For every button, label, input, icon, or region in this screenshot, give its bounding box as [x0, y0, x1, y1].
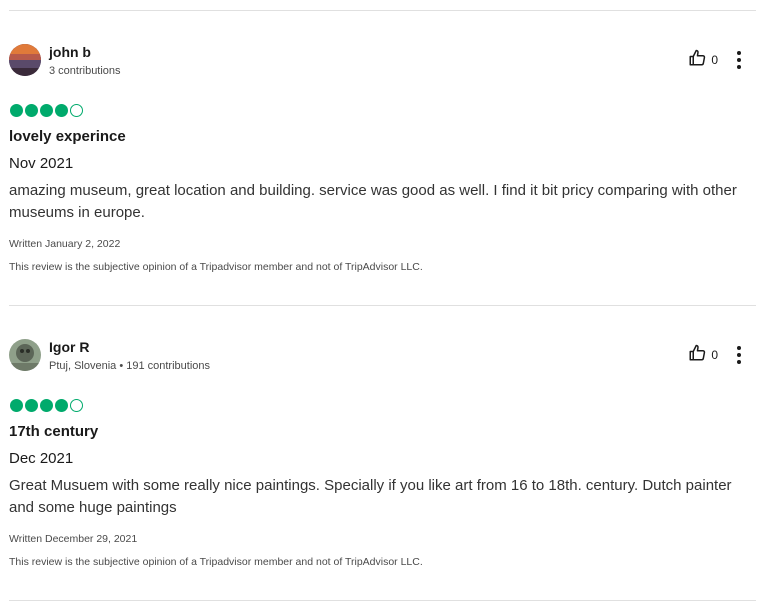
divider-middle [9, 305, 756, 306]
review-body: Great Musuem with some really nice paint… [9, 477, 732, 516]
review-title[interactable]: lovely experince [9, 128, 126, 146]
divider-bottom [9, 600, 756, 601]
rating-bubble-empty [70, 104, 83, 117]
review-card: john b 3 contributions 0 lovely experinc… [9, 44, 756, 304]
rating-bubble-filled [55, 104, 68, 117]
more-options-icon[interactable] [732, 343, 746, 367]
more-options-icon[interactable] [732, 48, 746, 72]
thumbs-up-icon [688, 344, 706, 367]
review-title[interactable]: 17th century [9, 423, 98, 441]
written-date: Written January 2, 2022 [9, 238, 121, 250]
avatar[interactable] [9, 339, 41, 371]
helpful-vote-count: 0 [711, 53, 718, 67]
rating-bubble-filled [10, 104, 23, 117]
rating-bubble-filled [40, 104, 53, 117]
review-card: Igor R Ptuj, Slovenia • 191 contribution… [9, 339, 756, 599]
bubble-rating [10, 399, 83, 412]
bubble-rating [10, 104, 83, 117]
written-date: Written December 29, 2021 [9, 533, 138, 545]
rating-bubble-filled [10, 399, 23, 412]
visit-date: Nov 2021 [9, 155, 74, 172]
review-body: amazing museum, great location and build… [9, 182, 737, 221]
rating-bubble-filled [55, 399, 68, 412]
divider-top [9, 10, 756, 11]
user-name[interactable]: john b [49, 44, 91, 60]
visit-date: Dec 2021 [9, 450, 74, 467]
helpful-vote-count: 0 [711, 348, 718, 362]
helpful-vote-button[interactable]: 0 [688, 49, 718, 72]
avatar[interactable] [9, 44, 41, 76]
review-disclaimer: This review is the subjective opinion of… [9, 556, 423, 568]
user-contributions: 3 contributions [49, 65, 121, 77]
rating-bubble-filled [25, 399, 38, 412]
helpful-vote-button[interactable]: 0 [688, 344, 718, 367]
rating-bubble-filled [25, 104, 38, 117]
thumbs-up-icon [688, 49, 706, 72]
rating-bubble-empty [70, 399, 83, 412]
user-name[interactable]: Igor R [49, 339, 89, 355]
rating-bubble-filled [40, 399, 53, 412]
user-contributions: Ptuj, Slovenia • 191 contributions [49, 360, 211, 372]
review-disclaimer: This review is the subjective opinion of… [9, 261, 423, 273]
